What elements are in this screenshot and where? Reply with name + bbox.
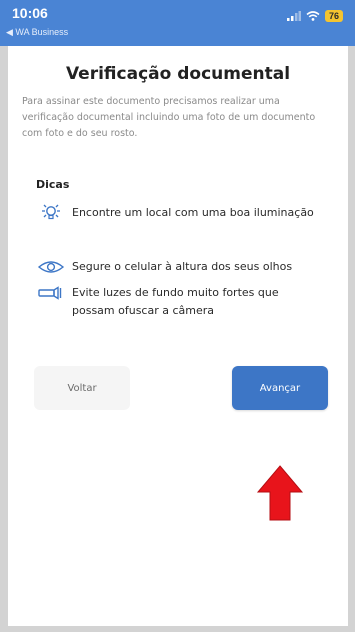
flashlight-icon [38,286,62,300]
tip-backlight: Evite luzes de fundo muito fortes que po… [36,284,317,320]
lightbulb-icon [42,204,60,220]
status-icons: 76 [286,10,343,22]
page-description: Para assinar este documento precisamos r… [22,96,316,139]
tip-eye-level: Segure o celular à altura dos seus olhos [36,258,317,276]
tip-lighting: Encontre um local com uma boa iluminação [36,204,317,222]
eye-icon [37,261,65,273]
next-button[interactable]: Avançar [232,366,328,410]
back-button[interactable]: Voltar [34,366,130,410]
battery-icon: 76 [324,10,343,22]
back-to-app-link[interactable]: ◀ WA Business [6,27,68,38]
status-bar: 10:06 ◀ WA Business 76 [0,0,355,46]
tip-text: Encontre um local com uma boa iluminação [72,206,314,219]
red-arrow-annotation [256,465,304,521]
verification-card: Verificação documental Para assinar este… [8,46,348,626]
tips-heading: Dicas [36,178,70,191]
tip-text: Segure o celular à altura dos seus olhos [72,260,293,273]
signal-icon [286,11,301,21]
wifi-icon [306,11,320,21]
status-time: 10:06 [12,5,48,21]
tip-text: Evite luzes de fundo muito fortes que po… [72,286,279,317]
page-title: Verificação documental [65,64,291,84]
